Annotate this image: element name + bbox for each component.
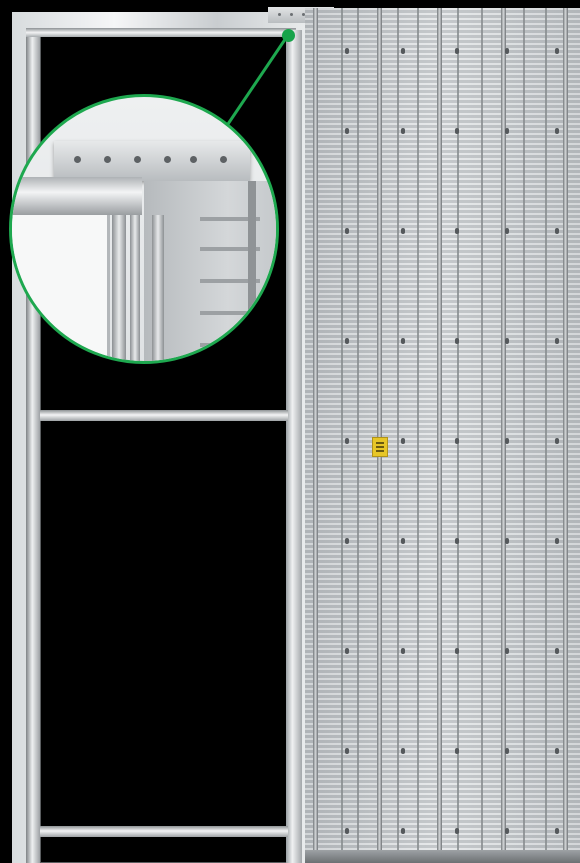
- pocket-door-frame-photo: [0, 0, 580, 863]
- detail-panel-edge: [248, 181, 256, 361]
- detail-panel: [144, 181, 276, 361]
- detail-jamb: [112, 215, 126, 361]
- detail-head-rail: [12, 177, 142, 215]
- callout-marker: [282, 29, 295, 42]
- detail-header-plate: [54, 141, 250, 181]
- detail-magnifier: [9, 94, 279, 364]
- detail-opening: [12, 215, 110, 361]
- detail-jamb: [130, 215, 140, 361]
- detail-stud: [152, 215, 164, 361]
